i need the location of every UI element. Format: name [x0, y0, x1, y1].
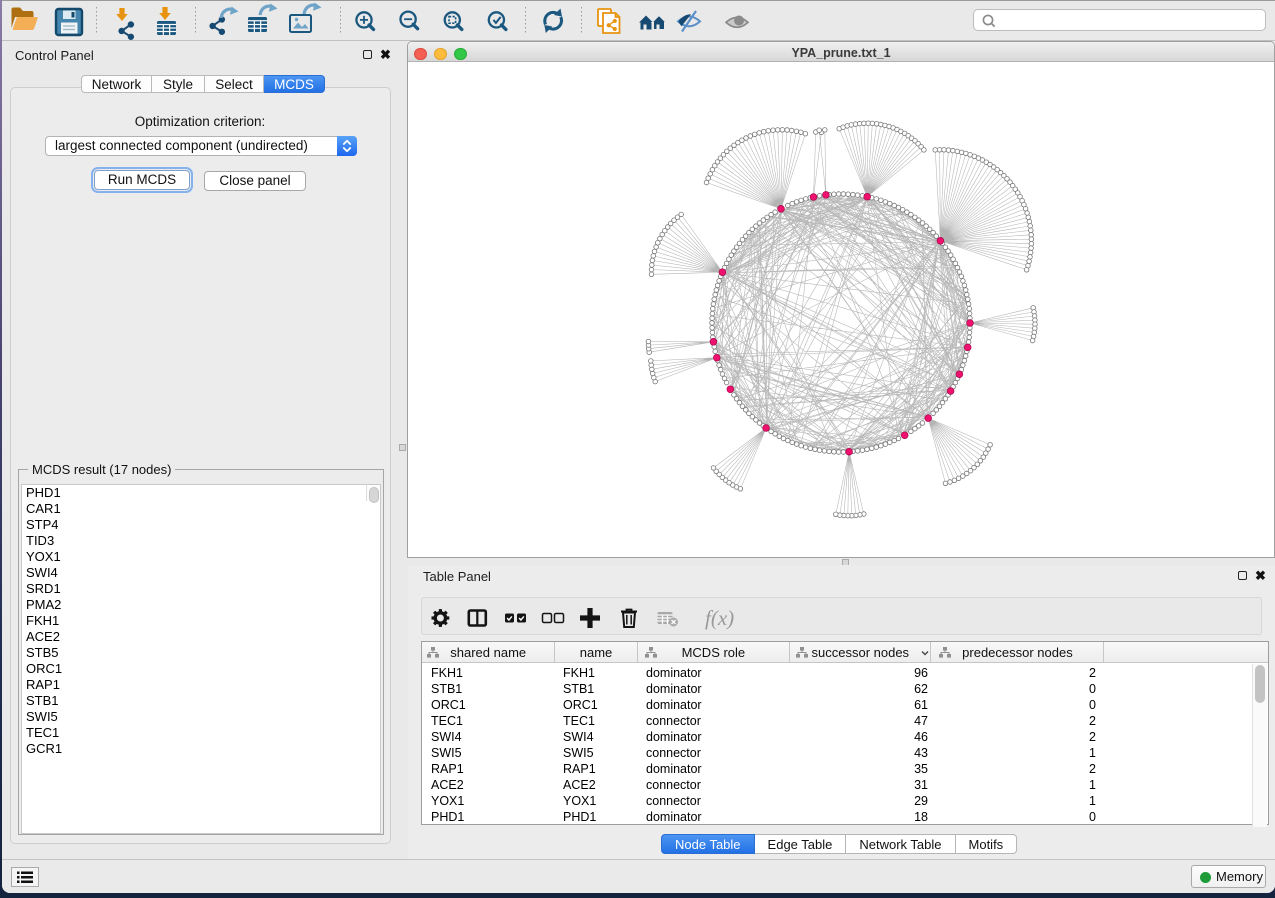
svg-text:f(x): f(x) — [705, 606, 734, 630]
